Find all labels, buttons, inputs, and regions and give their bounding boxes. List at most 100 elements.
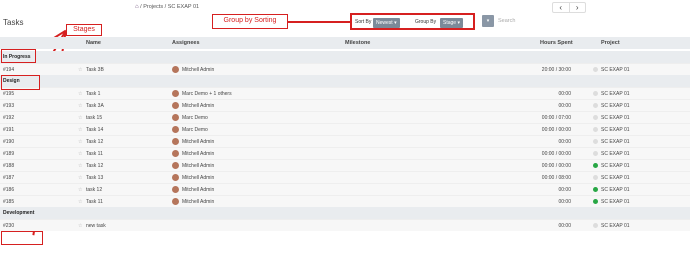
task-id: #191 [3,127,15,133]
status-icon[interactable] [593,163,600,169]
status-icon[interactable] [593,91,600,97]
group-label: Development [3,210,35,216]
avatar [172,126,179,133]
task-assignee: Marc Demo [182,115,208,121]
star-icon[interactable]: ☆ [78,187,82,193]
avatar [172,174,179,181]
task-id: #194 [3,67,15,73]
star-icon[interactable]: ☆ [78,223,82,229]
status-icon[interactable] [593,175,600,181]
task-hours: 00:00 / 08:00 [541,175,571,181]
status-icon[interactable] [593,127,600,133]
table-row[interactable]: #230 ☆ new task 00:00 SC EXAP 01 [0,219,690,231]
col-hours[interactable]: Hours Spent [540,40,573,46]
star-icon[interactable]: ☆ [78,127,82,133]
task-name: Task 13 [86,175,104,181]
star-icon[interactable]: ☆ [78,163,82,169]
table-row[interactable]: #189 ☆ Task 11 Mitchell Admin 00:00 / 00:00 S… [0,147,690,159]
task-assignee: Marc Demo + 1 others [182,91,232,97]
table-row[interactable]: #190 ☆ Task 12 Mitchell Admin 00:00 SC EXAP 0… [0,135,690,147]
breadcrumb-projects[interactable]: Projects [143,4,163,10]
task-project: SC EXAP 01 [601,223,630,229]
table-row[interactable]: #193 ☆ Task 3A Mitchell Admin 00:00 SC EXAP 0… [0,99,690,111]
table-row[interactable]: #186 ☆ task 12 Mitchell Admin 00:00 SC EXAP 0… [0,183,690,195]
stage-highlight [1,49,36,63]
top-bar: ⌂ / Projects / SC EXAP 01 ‹ › [0,0,690,15]
avatar [172,102,179,109]
task-name: Task 1 [86,91,101,97]
table-row[interactable]: #187 ☆ Task 13 Mitchell Admin 00:00 / 08:00 S… [0,171,690,183]
table-row[interactable]: #191 ☆ Task 14 Marc Demo 00:00 / 00:00 SC EXA… [0,123,690,135]
sort-by-label: Sort By [355,19,372,25]
task-name: Task 3B [86,67,104,73]
table-row[interactable]: #194 ☆ Task 3B Mitchell Admin 20:00 / 30:00 S… [0,63,690,75]
star-icon[interactable]: ☆ [78,91,82,97]
breadcrumb: ⌂ / Projects / SC EXAP 01 [135,4,200,10]
col-name[interactable]: Name [86,40,101,46]
task-hours: 00:00 / 07:00 [541,115,571,121]
task-id: #186 [3,187,15,193]
task-project: SC EXAP 01 [601,139,630,145]
pager: ‹ › [552,2,586,13]
pager-next-icon[interactable]: › [568,3,586,12]
task-hours: 20:00 / 30:00 [541,67,571,73]
table-row[interactable]: #185 ☆ Task 11 Mitchell Admin 00:00 SC EXAP 0… [0,195,690,207]
sort-by-dropdown[interactable]: Newest ▾ [373,18,400,28]
group-header[interactable]: Development [0,207,690,219]
status-icon[interactable] [593,115,600,121]
breadcrumb-current: SC EXAP 01 [167,4,200,10]
status-icon[interactable] [593,139,600,145]
group-header[interactable]: Design [0,75,690,87]
star-icon[interactable]: ☆ [78,115,82,121]
star-icon[interactable]: ☆ [78,139,82,145]
table-row[interactable]: #195 ☆ Task 1 Marc Demo + 1 others 00:00 SC E… [0,87,690,99]
task-id: #192 [3,115,15,121]
task-hours: 00:00 / 00:00 [541,151,571,157]
group-by-label: Group By [415,19,437,25]
task-project: SC EXAP 01 [601,199,630,205]
table-row[interactable]: #188 ☆ Task 12 Mitchell Admin 00:00 / 00:00 S… [0,159,690,171]
task-hours: 00:00 [558,139,571,145]
col-milestone[interactable]: Milestone [345,40,370,46]
task-project: SC EXAP 01 [601,91,630,97]
task-project: SC EXAP 01 [601,175,630,181]
task-project: SC EXAP 01 [601,103,630,109]
sort-group-controls: Sort By Newest ▾ Group By Stage ▾ [350,13,475,30]
col-project[interactable]: Project [601,40,620,46]
star-icon[interactable]: ☆ [78,151,82,157]
group-header[interactable]: In Progress [0,51,690,63]
col-assignees[interactable]: Assignees [172,40,200,46]
group-sort-callout: Group by Sorting [212,14,288,29]
task-id: #190 [3,139,15,145]
filter-toggle-button[interactable]: ▾ [482,15,494,27]
status-icon[interactable] [593,151,600,157]
task-hours: 00:00 [558,91,571,97]
task-id: #193 [3,103,15,109]
status-icon[interactable] [593,223,600,229]
home-icon[interactable]: ⌂ [135,4,139,10]
task-project: SC EXAP 01 [601,115,630,121]
pager-prev-icon[interactable]: ‹ [553,3,569,12]
task-assignee: Mitchell Admin [182,139,215,145]
task-id: #195 [3,91,15,97]
task-id: #188 [3,163,15,169]
callout-arrow [288,21,350,23]
task-name: new task [86,223,106,229]
status-icon[interactable] [593,199,600,205]
task-id: #189 [3,151,15,157]
task-project: SC EXAP 01 [601,163,630,169]
table-row[interactable]: #192 ☆ task 15 Marc Demo 00:00 / 07:00 SC EXA… [0,111,690,123]
star-icon[interactable]: ☆ [78,103,82,109]
task-name: Task 12 [86,139,104,145]
star-icon[interactable]: ☆ [78,199,82,205]
search-input[interactable]: Search [498,18,515,24]
status-icon[interactable] [593,103,600,109]
task-project: SC EXAP 01 [601,67,630,73]
star-icon[interactable]: ☆ [78,175,82,181]
task-hours: 00:00 / 00:00 [541,127,571,133]
group-by-dropdown[interactable]: Stage ▾ [440,18,463,28]
status-icon[interactable] [593,187,600,193]
star-icon[interactable]: ☆ [78,67,82,73]
status-icon[interactable] [593,67,600,73]
avatar [172,198,179,205]
